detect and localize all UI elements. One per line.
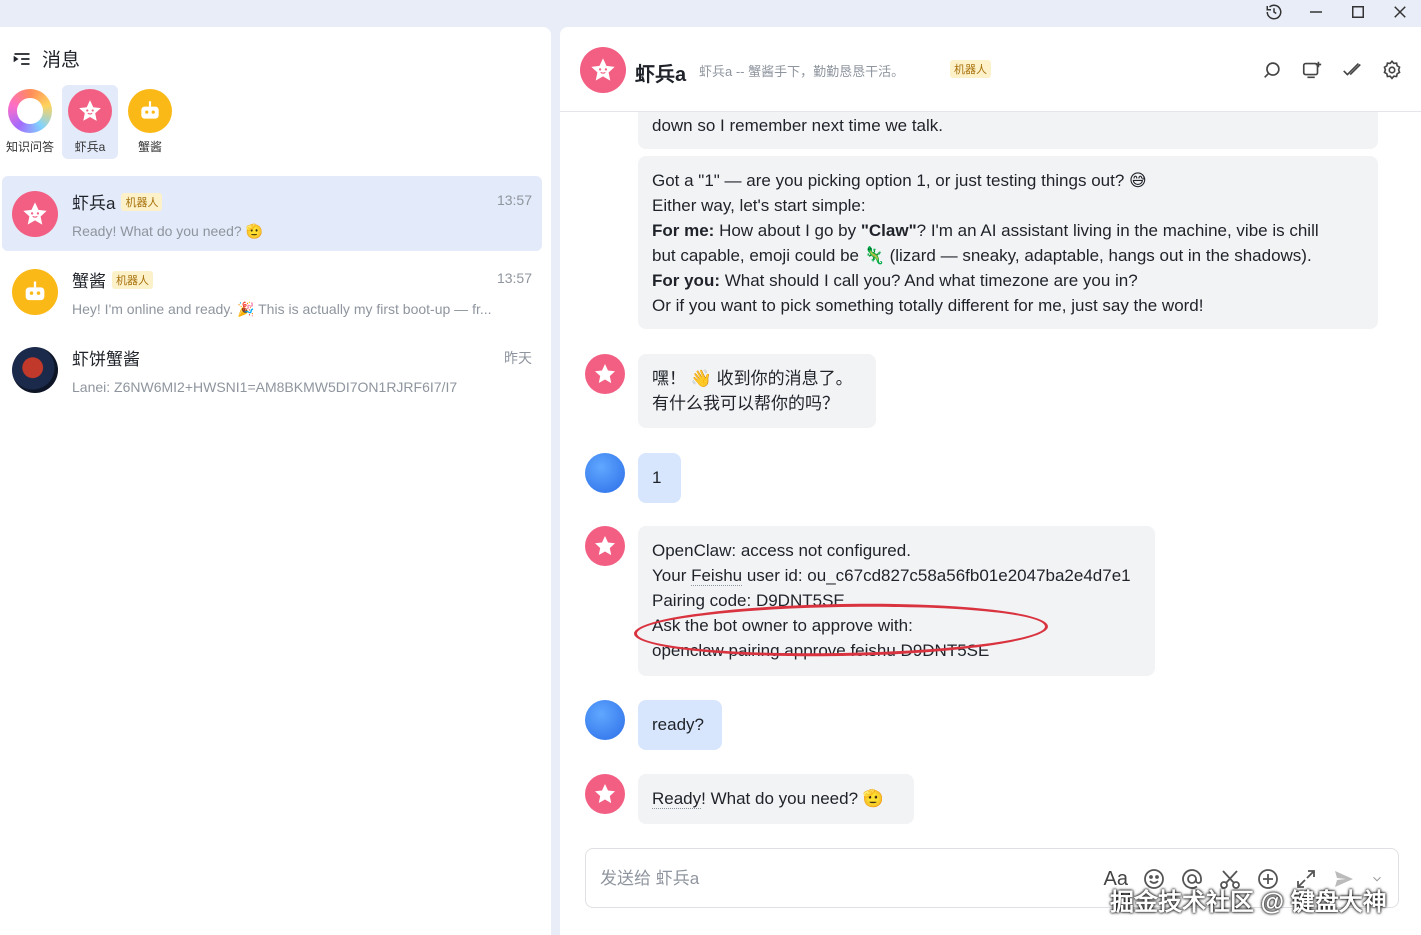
message-text: ready? xyxy=(652,715,704,734)
message-line: OpenClaw: access not configured. xyxy=(652,541,911,560)
message-bubble: Got a "1" — are you picking option 1, or… xyxy=(638,156,1378,329)
text: Your xyxy=(652,566,692,585)
pinned-label: 虾兵a xyxy=(74,140,106,154)
message-line: Your Feishu user id: ou_c67cd827c58a56fb… xyxy=(652,563,1141,588)
message-line: 嘿！ 👋 收到你的消息了。 xyxy=(652,369,853,388)
pinned-contacts: 知识问答 虾兵a 蟹酱 xyxy=(2,85,178,159)
messages-header: 消息 xyxy=(12,45,80,72)
pinned-xiejiang[interactable]: 蟹酱 xyxy=(122,85,178,159)
bot-avatar[interactable] xyxy=(585,354,625,394)
chat-avatar[interactable] xyxy=(580,47,626,93)
avatar xyxy=(12,269,58,315)
window-controls xyxy=(1253,0,1421,24)
robot-icon xyxy=(25,281,45,301)
pinned-xiabing[interactable]: 虾兵a xyxy=(62,85,118,159)
message-line: Either way, let's start simple: xyxy=(652,196,866,215)
text: What should I call you? And what timezon… xyxy=(720,271,1138,290)
star-icon xyxy=(591,58,615,81)
bold-text: For you: xyxy=(652,271,720,290)
message-text: 1 xyxy=(652,468,662,487)
bold-text: For me: xyxy=(652,221,715,240)
maximize-button[interactable] xyxy=(1337,0,1379,24)
conversation-preview: Lanei: Z6NW6MI2+HWSNI1=AM8BKMW5DI7ON1RJR… xyxy=(72,379,458,395)
text: ? I'm an AI assistant living in the mach… xyxy=(916,221,1319,240)
chat-panel: 虾兵a 虾兵a -- 蟹酱手下，勤勤恳恳干活。 机器人 down so I re… xyxy=(560,27,1421,935)
message-bubble: Ready! What do you need? 🫡 xyxy=(638,774,914,824)
bot-badge: 机器人 xyxy=(112,270,153,289)
conversation-name: 蟹酱 xyxy=(72,272,106,291)
message-bubble-self: ready? xyxy=(638,700,722,750)
settings-gear-icon[interactable] xyxy=(1381,59,1403,81)
text: How about I go by xyxy=(714,221,861,240)
star-icon xyxy=(595,784,615,804)
message-bubble-self: 1 xyxy=(638,453,681,503)
avatar xyxy=(12,191,58,237)
conversation-item[interactable]: 蟹酱 机器人 Hey! I'm online and ready. 🎉 This… xyxy=(2,254,542,329)
history-icon[interactable] xyxy=(1253,0,1295,24)
star-icon xyxy=(595,364,615,384)
robot-icon xyxy=(141,101,159,119)
conversation-time: 13:57 xyxy=(496,270,532,286)
chat-subtitle: 虾兵a -- 蟹酱手下，勤勤恳恳干活。 xyxy=(699,64,905,79)
bot-badge: 机器人 xyxy=(121,192,163,211)
star-icon xyxy=(79,100,101,121)
conversation-preview: Hey! I'm online and ready. 🎉 This is act… xyxy=(72,301,492,317)
minimize-button[interactable] xyxy=(1295,0,1337,24)
search-icon[interactable] xyxy=(1261,59,1283,81)
messages-title: 消息 xyxy=(42,50,81,71)
knowledge-qa-avatar xyxy=(8,89,52,133)
bold-text: "Claw" xyxy=(860,221,917,240)
chat-title: 虾兵a xyxy=(635,64,687,86)
xiejiang-avatar xyxy=(128,89,172,133)
conversation-time: 昨天 xyxy=(504,350,532,366)
message-text: down so I remember next time we talk. xyxy=(652,116,944,135)
list-toggle-icon[interactable] xyxy=(12,49,32,69)
add-chat-icon[interactable] xyxy=(1301,59,1323,81)
message-line: For me: How about I go by "Claw"? I'm an… xyxy=(652,218,1364,243)
user-avatar[interactable] xyxy=(585,700,625,740)
user-avatar[interactable] xyxy=(585,453,625,493)
message-line: Got a "1" — are you picking option 1, or… xyxy=(652,171,1147,190)
message-line: For you: What should I call you? And wha… xyxy=(652,268,1364,293)
star-icon xyxy=(595,536,615,556)
text: user id: ou_c67cd827c58a56fb01e2047ba2e4… xyxy=(742,566,1131,585)
text: ! What do you need? 🫡 xyxy=(701,789,884,808)
text: Ready xyxy=(652,789,702,809)
conversation-list: 虾兵a 机器人 Ready! What do you need? 🫡 13:57… xyxy=(2,176,542,410)
conversation-preview: Ready! What do you need? 🫡 xyxy=(72,223,263,239)
star-icon xyxy=(23,202,47,225)
bot-avatar[interactable] xyxy=(585,526,625,566)
bot-avatar[interactable] xyxy=(585,774,625,814)
watermark: 掘金技术社区 @ 键盘大神 xyxy=(1110,889,1387,916)
bot-badge: 机器人 xyxy=(950,60,991,78)
chat-header: 虾兵a 虾兵a -- 蟹酱手下，勤勤恳恳干活。 机器人 xyxy=(560,27,1421,112)
message-line: but capable, emoji could be 🦎 (lizard — … xyxy=(652,246,1312,265)
message-line: 有什么我可以帮你的吗？ xyxy=(652,394,839,413)
conversation-item[interactable]: 虾饼蟹酱 Lanei: Z6NW6MI2+HWSNI1=AM8BKMW5DI7O… xyxy=(2,332,542,407)
conversation-time: 13:57 xyxy=(496,192,532,208)
message-input[interactable] xyxy=(600,865,1060,893)
close-button[interactable] xyxy=(1379,0,1421,24)
chat-header-actions xyxy=(1261,59,1403,81)
pinned-knowledge-qa[interactable]: 知识问答 xyxy=(2,85,58,159)
task-check-icon[interactable] xyxy=(1341,59,1363,81)
conversation-name: 虾兵a xyxy=(72,194,116,213)
pinned-label: 知识问答 xyxy=(5,140,54,154)
conversation-panel: 消息 知识问答 虾兵a 蟹酱 虾兵a 机器人 Ready! What do yo… xyxy=(0,27,551,935)
message-line: Or if you want to pick something totally… xyxy=(652,296,1204,315)
feishu-term-link[interactable]: Feishu xyxy=(691,566,743,586)
conversation-name: 虾饼蟹酱 xyxy=(72,350,140,369)
pinned-label: 蟹酱 xyxy=(137,140,162,154)
xiabing-avatar xyxy=(68,89,112,133)
conversation-item[interactable]: 虾兵a 机器人 Ready! What do you need? 🫡 13:57 xyxy=(2,176,542,251)
group-avatar xyxy=(12,347,58,393)
message-bubble: 嘿！ 👋 收到你的消息了。 有什么我可以帮你的吗？ xyxy=(638,354,876,428)
